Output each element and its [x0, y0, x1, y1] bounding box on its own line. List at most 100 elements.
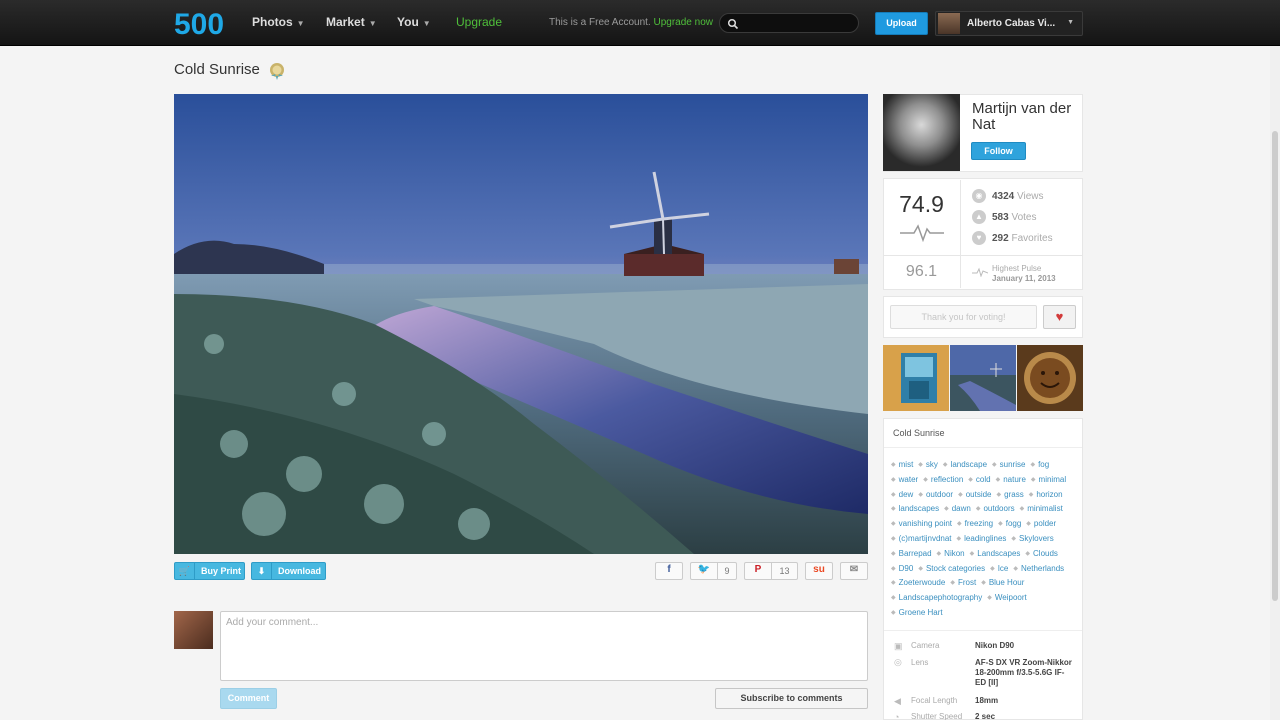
tag-link[interactable]: horizon [1029, 488, 1062, 503]
chevron-down-icon: ▼ [296, 19, 305, 28]
divider [884, 255, 1082, 256]
tag-link[interactable]: freezing [957, 517, 993, 532]
nav-you-label: You [397, 15, 419, 29]
tag-link[interactable]: Landscapephotography [891, 591, 983, 606]
tag-link[interactable]: reflection [923, 473, 963, 488]
pulse-small-icon [972, 267, 988, 277]
facebook-share-button[interactable]: f [655, 562, 683, 580]
votes-label: Votes [1011, 212, 1037, 223]
camera-value: Nikon D90 [975, 641, 1015, 650]
tag-link[interactable]: landscapes [891, 502, 939, 517]
tag-link[interactable]: (c)martijnvdnat [891, 532, 952, 547]
tag-link[interactable]: polder [1026, 517, 1056, 532]
chevron-down-icon: ▼ [368, 19, 377, 28]
related-photo-thumbnail[interactable] [883, 345, 949, 411]
download-label: Download [278, 566, 321, 576]
tag-link[interactable]: nature [996, 473, 1026, 488]
favorites-stat: 292 Favorites [992, 233, 1053, 244]
tag-link[interactable]: fogg [998, 517, 1022, 532]
tag-link[interactable]: Blue Hour [981, 576, 1025, 591]
avatar [174, 611, 213, 649]
user-menu[interactable]: Alberto Cabas Vi... ▼ [935, 11, 1083, 36]
download-icon: ⬇ [252, 563, 272, 579]
email-share-button[interactable]: ✉ [840, 562, 868, 580]
tag-link[interactable]: Barrepad [891, 547, 932, 562]
favorite-button[interactable]: ♥ [1043, 305, 1076, 329]
tag-link[interactable]: leadinglines [957, 532, 1006, 547]
tag-link[interactable]: minimalist [1020, 502, 1063, 517]
free-account-text: This is a Free Account. [549, 17, 651, 28]
votes-stat: 583 Votes [992, 212, 1037, 223]
comment-button[interactable]: Comment [220, 688, 277, 709]
scrollbar-thumb[interactable] [1272, 131, 1278, 601]
nav-photos[interactable]: Photos ▼ [252, 15, 305, 29]
nav-market[interactable]: Market ▼ [326, 15, 377, 29]
upgrade-now-link[interactable]: Upgrade now [654, 17, 713, 28]
stumbleupon-icon: su [813, 564, 825, 575]
votes-count: 583 [992, 212, 1009, 223]
subscribe-comments-button[interactable]: Subscribe to comments [715, 688, 868, 709]
tag-link[interactable]: Skylovers [1011, 532, 1054, 547]
tag-link[interactable]: outdoors [976, 502, 1014, 517]
tag-link[interactable]: Clouds [1025, 547, 1058, 562]
nav-market-label: Market [326, 15, 365, 29]
pinterest-share-button[interactable]: P 13 [744, 562, 798, 580]
tag-link[interactable]: Landscapes [970, 547, 1020, 562]
photo-title-small: Cold Sunrise [893, 428, 945, 438]
tag-link[interactable]: Frost [950, 576, 976, 591]
author-avatar[interactable] [883, 94, 960, 171]
nav-you[interactable]: You ▼ [397, 15, 431, 29]
heart-icon: ♥ [972, 231, 986, 245]
tag-link[interactable]: sunrise [992, 458, 1026, 473]
author-name[interactable]: Martijn van der Nat [972, 101, 1077, 133]
tag-link[interactable]: Zoeterwoude [891, 576, 946, 591]
follow-button[interactable]: Follow [971, 142, 1026, 160]
pinterest-count: 13 [771, 563, 797, 579]
nav-upgrade[interactable]: Upgrade [456, 15, 502, 29]
tag-link[interactable]: D90 [891, 562, 914, 577]
tag-link[interactable]: outdoor [918, 488, 953, 503]
stumbleupon-share-button[interactable]: su [805, 562, 833, 580]
buy-print-label: Buy Print [201, 566, 242, 576]
tag-link[interactable]: Weipoort [987, 591, 1027, 606]
buy-print-button[interactable]: 🛒 Buy Print [174, 562, 245, 580]
500px-logo[interactable]: 500 [174, 8, 232, 38]
tag-link[interactable]: cold [968, 473, 991, 488]
upload-button[interactable]: Upload [875, 12, 928, 35]
chevron-down-icon: ▼ [1067, 19, 1074, 26]
comment-input[interactable]: Add your comment... [220, 611, 868, 681]
tag-link[interactable]: Groene Hart [891, 606, 943, 621]
focal-length-label: Focal Length [911, 696, 958, 705]
main-photo[interactable] [174, 94, 868, 554]
tag-link[interactable]: outside [958, 488, 992, 503]
vote-status: Thank you for voting! [890, 305, 1037, 329]
lens-icon: ◎ [894, 657, 902, 667]
tag-link[interactable]: Netherlands [1013, 562, 1064, 577]
tag-link[interactable]: vanishing point [891, 517, 952, 532]
tag-link[interactable]: minimal [1031, 473, 1067, 488]
tag-link[interactable]: water [891, 473, 919, 488]
camera-icon: ▣ [894, 641, 903, 651]
highest-pulse-score: 96.1 [905, 263, 938, 280]
tag-link[interactable]: Nikon [937, 547, 964, 562]
tag-link[interactable]: mist [891, 458, 914, 473]
related-photo-thumbnail[interactable] [950, 345, 1016, 411]
page-scrollbar[interactable] [1270, 46, 1280, 720]
pinterest-icon: P [754, 564, 762, 575]
related-photo-thumbnail[interactable] [1017, 345, 1083, 411]
twitter-share-button[interactable]: 🐦 9 [690, 562, 737, 580]
search-input[interactable] [719, 13, 859, 33]
tag-link[interactable]: Ice [990, 562, 1009, 577]
nav-photos-label: Photos [252, 15, 293, 29]
tag-link[interactable]: landscape [943, 458, 987, 473]
tag-link[interactable]: sky [918, 458, 938, 473]
download-button[interactable]: ⬇ Download [251, 562, 326, 580]
tag-link[interactable]: fog [1030, 458, 1049, 473]
highest-pulse-date: January 11, 2013 [992, 274, 1056, 283]
tag-link[interactable]: dew [891, 488, 914, 503]
tag-link[interactable]: grass [997, 488, 1024, 503]
favorites-count: 292 [992, 233, 1009, 244]
avatar [938, 13, 960, 34]
tag-link[interactable]: Stock categories [918, 562, 985, 577]
tag-link[interactable]: dawn [944, 502, 971, 517]
